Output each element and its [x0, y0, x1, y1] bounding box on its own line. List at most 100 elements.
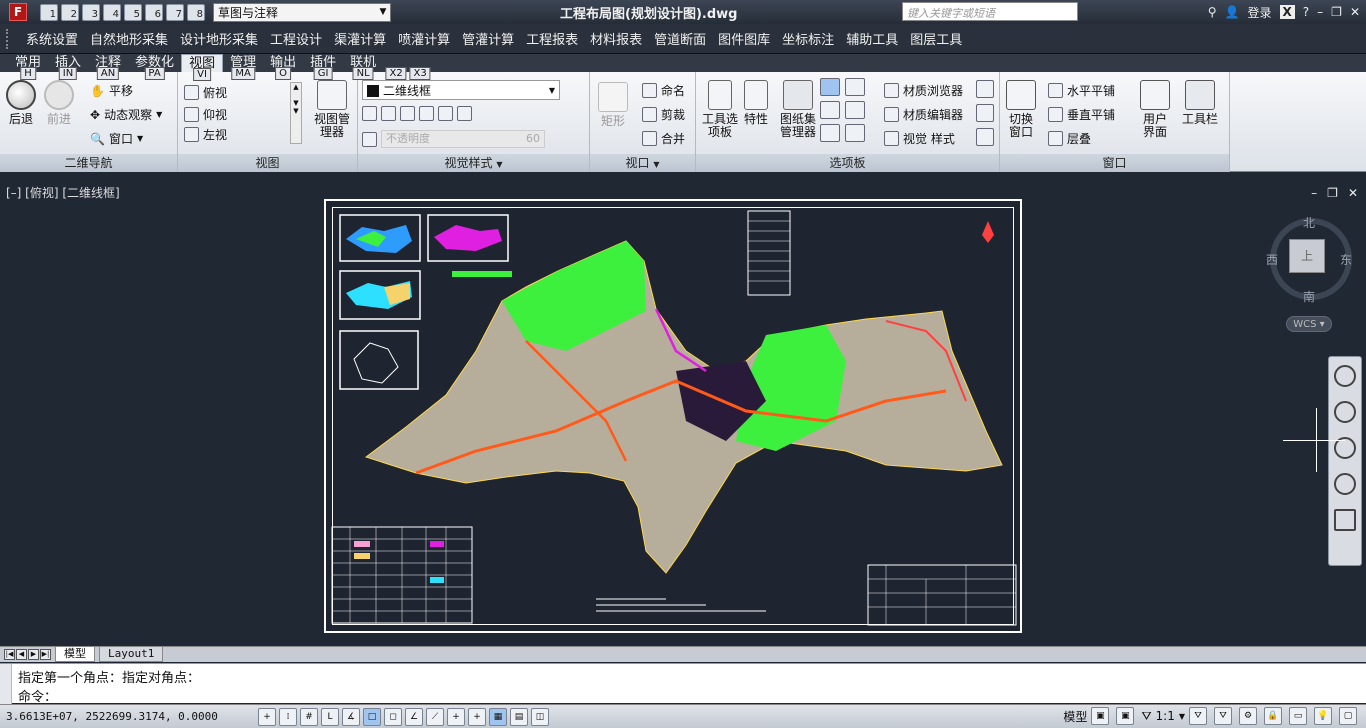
- tab-plugins[interactable]: 插件 GI: [303, 54, 343, 80]
- menu-item-engineering-report[interactable]: 工程报表: [520, 29, 584, 48]
- lineweight-icon[interactable]: +: [468, 707, 486, 726]
- qat-button-4[interactable]: 4: [103, 3, 121, 21]
- showmotion-icon[interactable]: [1334, 509, 1356, 531]
- view-manager-button[interactable]: 视图管理器: [310, 80, 354, 139]
- quick-view-layouts-icon[interactable]: ▣: [1091, 707, 1110, 725]
- isolate-objects-icon[interactable]: 💡: [1314, 707, 1332, 725]
- viewcube-face[interactable]: 上: [1289, 239, 1325, 273]
- qat-button-5[interactable]: 5: [124, 3, 142, 21]
- application-menu-button[interactable]: F: [0, 0, 36, 24]
- pan-hand-icon[interactable]: [1334, 401, 1356, 423]
- view-top-item[interactable]: 俯视: [184, 84, 227, 101]
- drawing-close-button[interactable]: ✕: [1348, 186, 1358, 200]
- menu-item-material-report[interactable]: 材料报表: [584, 29, 648, 48]
- compass-north[interactable]: 北: [1303, 214, 1315, 231]
- qat-button-6[interactable]: 6: [145, 3, 163, 21]
- infer-constraints-icon[interactable]: +: [258, 707, 276, 726]
- exchange-icon[interactable]: X: [1279, 5, 1295, 19]
- drawing-minimize-button[interactable]: –: [1311, 186, 1317, 200]
- switch-windows-button[interactable]: 切换窗口: [1006, 80, 1036, 139]
- design-center-icon[interactable]: [820, 124, 840, 142]
- close-button[interactable]: ✕: [1350, 5, 1360, 19]
- qat-button-7[interactable]: 7: [166, 3, 184, 21]
- tab-extra-1[interactable]: X2: [383, 54, 409, 80]
- binoculars-icon[interactable]: ⚲: [1208, 5, 1217, 19]
- menu-item-natural-terrain[interactable]: 自然地形采集: [84, 29, 174, 48]
- minimize-button[interactable]: –: [1317, 5, 1323, 19]
- auto-scale-icon[interactable]: ⛛: [1214, 707, 1232, 725]
- wcs-menu[interactable]: WCS ▾: [1286, 316, 1332, 332]
- forward-button[interactable]: 前进: [44, 80, 74, 126]
- dynamic-input-icon[interactable]: +: [447, 707, 465, 726]
- tile-vertical-button[interactable]: 垂直平铺: [1048, 106, 1115, 123]
- calculator-icon[interactable]: [845, 78, 865, 96]
- annotation-visibility-icon[interactable]: ⛛: [1189, 707, 1207, 725]
- polar-tracking-icon[interactable]: ∡: [342, 707, 360, 726]
- restore-button[interactable]: ❐: [1331, 5, 1342, 19]
- markup-icon[interactable]: [820, 101, 840, 119]
- compass-south[interactable]: 南: [1303, 288, 1315, 305]
- coordinates-readout[interactable]: 3.6613E+07, 2522699.3174, 0.0000: [0, 710, 258, 723]
- selection-cycling-icon[interactable]: ◫: [531, 707, 549, 726]
- menu-item-system-settings[interactable]: 系统设置: [20, 29, 84, 48]
- last-layout-icon[interactable]: ▶|: [40, 649, 51, 660]
- drawing-restore-button[interactable]: ❐: [1327, 186, 1338, 200]
- prev-layout-icon[interactable]: ◀: [16, 649, 27, 660]
- view-bottom-item[interactable]: 仰视: [184, 106, 227, 123]
- view-left-item[interactable]: 左视: [184, 126, 227, 143]
- edges-icon[interactable]: [400, 106, 415, 121]
- workspace-select[interactable]: 草图与注释 ▼: [213, 2, 391, 22]
- opacity-slider[interactable]: 不透明度 60: [381, 130, 545, 148]
- hardware-acceleration-icon[interactable]: ▭: [1289, 707, 1307, 725]
- command-input[interactable]: 命令：: [18, 686, 57, 705]
- ortho-mode-icon[interactable]: L: [321, 707, 339, 726]
- qat-button-8[interactable]: 8: [187, 3, 205, 21]
- rect-viewport-button[interactable]: 矩形: [598, 82, 628, 128]
- lights-icon[interactable]: [419, 106, 434, 121]
- cmdline-icon[interactable]: [820, 78, 840, 96]
- sheetset-manager-button[interactable]: 图纸集管理器: [778, 80, 818, 139]
- object-snap-icon[interactable]: □: [363, 707, 381, 726]
- cube-icon[interactable]: [381, 106, 396, 121]
- cascade-button[interactable]: 层叠: [1048, 130, 1091, 147]
- viewport-controls-label[interactable]: [–] [俯视] [二维线框]: [6, 184, 120, 201]
- menubar-grip[interactable]: [6, 28, 20, 49]
- clip-viewport-button[interactable]: 剪裁: [642, 106, 685, 123]
- tab-model[interactable]: 模型: [55, 647, 95, 662]
- user-interface-button[interactable]: 用户界面: [1140, 80, 1170, 139]
- menu-item-engineering-design[interactable]: 工程设计: [264, 29, 328, 48]
- menu-item-coordinate-label[interactable]: 坐标标注: [776, 29, 840, 48]
- compass-west[interactable]: 西: [1266, 251, 1278, 268]
- search-input[interactable]: 键入关键字或短语: [902, 2, 1078, 21]
- orbit-button[interactable]: ✥ 动态观察 ▼: [90, 106, 162, 123]
- qat-button-2[interactable]: 2: [61, 3, 79, 21]
- lock-icon[interactable]: 🔒: [1264, 707, 1282, 725]
- user-icon[interactable]: 👤: [1225, 5, 1240, 19]
- workspace-switch-icon[interactable]: ⚙: [1239, 707, 1257, 725]
- views-scrollbar[interactable]: ▲ ▼ ▼: [290, 82, 302, 144]
- tab-output[interactable]: 输出 O: [263, 54, 303, 80]
- drawing-viewport[interactable]: [–] [俯视] [二维线框] – ❐ ✕ 上 北 南 东 西 WCS ▾: [0, 172, 1366, 646]
- help-button[interactable]: ?: [1303, 5, 1309, 19]
- compass-east[interactable]: 东: [1340, 251, 1352, 268]
- orbit-nav-icon[interactable]: [1334, 473, 1356, 495]
- lights-palette-icon[interactable]: [976, 80, 994, 98]
- tab-annotate[interactable]: 注释 AN: [88, 54, 128, 80]
- tab-layout1[interactable]: Layout1: [99, 647, 164, 662]
- model-space-button[interactable]: 模型: [1063, 708, 1087, 725]
- tab-home[interactable]: 常用 H: [8, 54, 48, 80]
- named-viewports-button[interactable]: 命名: [642, 82, 685, 99]
- dbconnect-icon[interactable]: [845, 101, 865, 119]
- properties-button[interactable]: 特性: [744, 80, 768, 126]
- quick-properties-icon[interactable]: ▤: [510, 707, 528, 726]
- sun-properties-icon[interactable]: [976, 104, 994, 122]
- advanced-render-icon[interactable]: [976, 128, 994, 146]
- tile-horizontal-button[interactable]: 水平平铺: [1048, 82, 1115, 99]
- dynamic-ucs-icon[interactable]: ⟋: [426, 707, 444, 726]
- tab-insert[interactable]: 插入 IN: [48, 54, 88, 80]
- menu-item-canal-calc[interactable]: 渠灌计算: [328, 29, 392, 48]
- menu-item-drawing-library[interactable]: 图件图库: [712, 29, 776, 48]
- quick-view-drawings-icon[interactable]: ▣: [1116, 707, 1135, 725]
- info-icon[interactable]: [845, 124, 865, 142]
- tab-view[interactable]: 视图 VI: [181, 54, 224, 81]
